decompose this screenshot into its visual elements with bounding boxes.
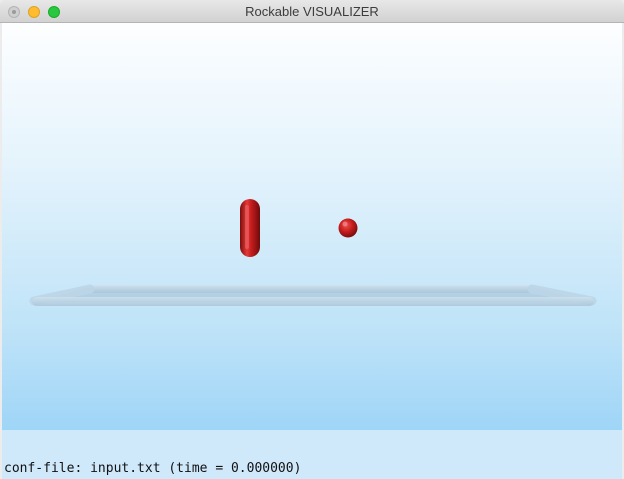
- floor-plate: [29, 284, 597, 306]
- 3d-viewport[interactable]: [2, 23, 622, 430]
- red-capsule[interactable]: [240, 199, 260, 257]
- red-sphere[interactable]: [338, 218, 358, 238]
- scene-canvas[interactable]: [2, 23, 622, 430]
- app-window: Rockable VISUALIZER conf-file: input.txt…: [0, 0, 624, 479]
- status-bar: conf-file: input.txt (time = 0.000000): [2, 430, 622, 479]
- title-bar[interactable]: Rockable VISUALIZER: [0, 0, 624, 23]
- window-title: Rockable VISUALIZER: [245, 4, 379, 19]
- status-text: conf-file: input.txt (time = 0.000000): [4, 461, 302, 476]
